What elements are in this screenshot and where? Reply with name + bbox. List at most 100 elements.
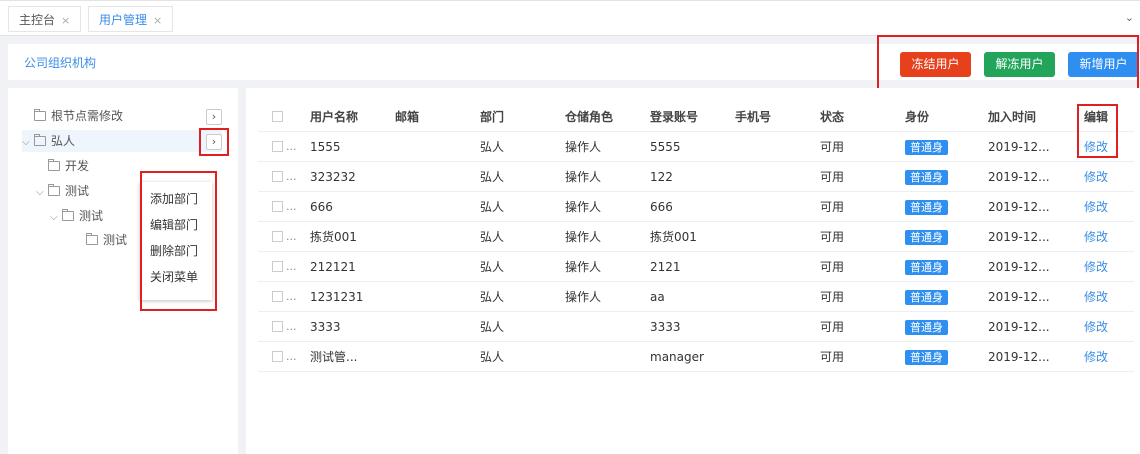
edit-link[interactable]: 修改: [1084, 342, 1108, 372]
chevron-down-icon[interactable]: ⌵: [50, 207, 62, 229]
row-checkbox[interactable]: [272, 231, 283, 242]
folder-icon: [34, 109, 46, 121]
tree-node-test[interactable]: ⌵ 测试: [36, 180, 146, 202]
folder-icon: [34, 134, 46, 146]
tab-dashboard[interactable]: 主控台 ×: [8, 6, 82, 32]
cell-account: 3333: [650, 320, 681, 334]
column-header: 登录账号: [650, 110, 699, 124]
chevron-down-icon[interactable]: ⌵: [22, 132, 34, 154]
column-header: 邮箱: [395, 110, 420, 124]
folder-icon: [48, 184, 60, 196]
column-header: 手机号: [735, 110, 772, 124]
edit-link[interactable]: 修改: [1084, 222, 1108, 252]
select-all-checkbox[interactable]: [272, 111, 283, 122]
edit-link[interactable]: 修改: [1084, 252, 1108, 282]
status-badge: 普通身: [905, 320, 948, 335]
tree-node-root[interactable]: 根节点需修改: [22, 105, 222, 127]
cell-status: 可用: [820, 320, 845, 334]
table-row[interactable]: ... 拣货001 弘人 操作人 拣货001 可用 普通身 2019-12... 修改: [258, 222, 1134, 252]
cell-dept: 弘人: [480, 200, 505, 214]
column-header: 加入时间: [988, 110, 1037, 124]
chevron-down-icon[interactable]: ⌄: [1125, 11, 1134, 24]
table-row[interactable]: ... 1231231 弘人 操作人 aa 可用 普通身 2019-12... 修改: [258, 282, 1134, 312]
row-ellipsis: ...: [286, 350, 297, 363]
row-checkbox[interactable]: [272, 291, 283, 302]
table-row[interactable]: ... 3333 弘人 3333 可用 普通身 2019-12... 修改: [258, 312, 1134, 342]
cell-account: 122: [650, 170, 673, 184]
cell-role: 操作人: [565, 290, 602, 304]
status-badge: 普通身: [905, 290, 948, 305]
cell-joined: 2019-12...: [988, 200, 1050, 214]
row-checkbox[interactable]: [272, 351, 283, 362]
cell-status: 可用: [820, 200, 845, 214]
tree-node-menu-button[interactable]: ›: [206, 109, 222, 125]
status-badge: 普通身: [905, 260, 948, 275]
row-ellipsis: ...: [286, 140, 297, 153]
annotation-box-context-menu: [140, 171, 217, 311]
page-title: 公司组织机构: [24, 56, 97, 70]
row-ellipsis: ...: [286, 230, 297, 243]
cell-dept: 弘人: [480, 260, 505, 274]
table-row[interactable]: ... 323232 弘人 操作人 122 可用 普通身 2019-12... 修改: [258, 162, 1134, 192]
cell-joined: 2019-12...: [988, 140, 1050, 154]
table-row[interactable]: ... 212121 弘人 操作人 2121 可用 普通身 2019-12... 修改: [258, 252, 1134, 282]
cell-joined: 2019-12...: [988, 350, 1050, 364]
cell-name: 3333: [310, 320, 341, 334]
row-ellipsis: ...: [286, 170, 297, 183]
cell-role: 操作人: [565, 230, 602, 244]
edit-link[interactable]: 修改: [1084, 282, 1108, 312]
cell-dept: 弘人: [480, 350, 505, 364]
cell-account: 2121: [650, 260, 681, 274]
cell-dept: 弘人: [480, 140, 505, 154]
close-icon[interactable]: ×: [153, 14, 162, 27]
table-row[interactable]: ... 1555 弘人 操作人 5555 可用 普通身 2019-12... 修改: [258, 132, 1134, 162]
tab-label: 主控台: [19, 13, 56, 27]
cell-joined: 2019-12...: [988, 170, 1050, 184]
cell-status: 可用: [820, 260, 845, 274]
cell-status: 可用: [820, 140, 845, 154]
tab-user-management[interactable]: 用户管理 ×: [88, 6, 174, 32]
tree-node-test-grandchild[interactable]: 测试: [74, 229, 140, 251]
cell-dept: 弘人: [480, 290, 505, 304]
tab-bar: 主控台 × 用户管理 × ⌄: [0, 0, 1140, 36]
tree-node-hongren[interactable]: ⌵ 弘人: [22, 130, 222, 152]
cell-dept: 弘人: [480, 320, 505, 334]
cell-status: 可用: [820, 290, 845, 304]
tree-node-test-child[interactable]: ⌵ 测试: [50, 205, 140, 227]
column-header: 身份: [905, 110, 930, 124]
edit-link[interactable]: 修改: [1084, 312, 1108, 342]
annotation-box-toolbar: [877, 35, 1139, 91]
cell-account: 拣货001: [650, 230, 697, 244]
cell-role: 操作人: [565, 140, 602, 154]
column-header: 部门: [480, 110, 505, 124]
cell-account: 5555: [650, 140, 681, 154]
edit-link[interactable]: 修改: [1084, 162, 1108, 192]
table-row[interactable]: ... 测试管... 弘人 manager 可用 普通身 2019-12... 修改: [258, 342, 1134, 372]
row-checkbox[interactable]: [272, 321, 283, 332]
tree-node-label: 弘人: [51, 134, 76, 148]
table-row[interactable]: ... 666 弘人 操作人 666 可用 普通身 2019-12... 修改: [258, 192, 1134, 222]
folder-icon: [62, 209, 74, 221]
row-checkbox[interactable]: [272, 261, 283, 272]
cell-name: 323232: [310, 170, 356, 184]
row-checkbox[interactable]: [272, 171, 283, 182]
cell-status: 可用: [820, 170, 845, 184]
edit-link[interactable]: 修改: [1084, 192, 1108, 222]
tree-node-label: 测试: [103, 233, 128, 247]
chevron-down-icon[interactable]: ⌵: [36, 182, 48, 204]
column-header: 用户名称: [310, 110, 359, 124]
close-icon[interactable]: ×: [61, 14, 70, 27]
cell-identity: 普通身: [905, 342, 948, 372]
row-checkbox[interactable]: [272, 141, 283, 152]
cell-status: 可用: [820, 230, 845, 244]
status-badge: 普通身: [905, 200, 948, 215]
tree-node-label: 开发: [65, 159, 90, 173]
cell-joined: 2019-12...: [988, 230, 1050, 244]
row-ellipsis: ...: [286, 200, 297, 213]
row-checkbox[interactable]: [272, 201, 283, 212]
status-badge: 普通身: [905, 170, 948, 185]
cell-role: 操作人: [565, 260, 602, 274]
row-ellipsis: ...: [286, 260, 297, 273]
cell-name: 666: [310, 200, 333, 214]
annotation-box-arrow: [199, 128, 229, 156]
